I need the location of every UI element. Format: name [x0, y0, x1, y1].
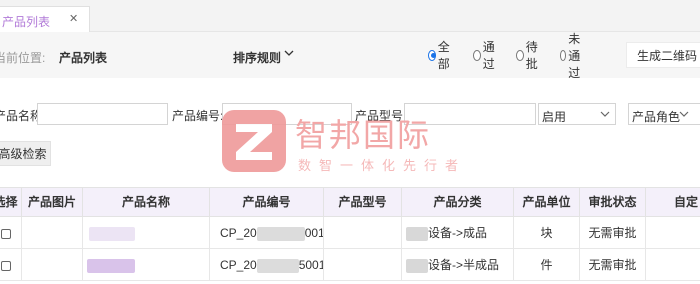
header-custom[interactable]: 自定义	[646, 188, 700, 238]
row-code-cell: CP_20 5001	[210, 249, 324, 281]
code-suffix: 001	[304, 226, 324, 240]
sort-rule-button[interactable]: 排序规则	[233, 49, 281, 66]
header-code[interactable]: 产品编号	[210, 188, 324, 217]
radio-label: 未通过	[568, 31, 581, 80]
breadcrumb-prefix: 当前位置:	[0, 51, 46, 65]
header-select: 选择	[0, 188, 22, 217]
row-custom-cell	[646, 249, 700, 281]
row-model-cell	[324, 249, 402, 281]
table-header: 选择 产品图片 产品名称 产品编号 产品型号 产品分类 产品单位 审批状态 自定…	[0, 188, 700, 238]
redacted-name	[87, 258, 135, 273]
redacted-name	[89, 226, 135, 241]
row-select-cell	[0, 249, 22, 281]
row-model-cell	[324, 217, 402, 249]
status-select[interactable]: 启用	[538, 103, 616, 125]
page-title: 产品列表	[59, 51, 108, 65]
radio-passed[interactable]: 通过	[473, 40, 498, 71]
row-unit-cell: 块	[514, 217, 580, 249]
header-category[interactable]: 产品分类	[402, 188, 514, 217]
model-label: 产品型号:	[355, 109, 407, 123]
code-suffix: 5001	[298, 258, 324, 272]
table-row[interactable]: CP_20 5001 设备->半成品 件 无需审批	[0, 249, 700, 281]
status-select-value: 启用	[542, 110, 567, 124]
tab-label: 产品列表	[2, 15, 51, 29]
row-status-cell: 无需审批	[580, 217, 646, 249]
code-prefix: CP_20	[220, 258, 257, 272]
product-model-input[interactable]	[404, 103, 536, 125]
header-image: 产品图片	[22, 188, 83, 217]
chevron-down-icon	[600, 111, 610, 117]
row-status-cell: 无需审批	[580, 249, 646, 281]
category-text: 设备->成品	[428, 226, 488, 240]
radio-all[interactable]: 全部	[428, 40, 453, 71]
radio-label: 全部	[437, 40, 450, 71]
row-checkbox[interactable]	[0, 260, 11, 271]
code-prefix: CP_20	[220, 226, 257, 240]
code-label: 产品编号:	[172, 109, 224, 123]
filter-panel: 产品名称: 产品编号: 产品型号: 启用 产品角色 高级检索	[0, 78, 700, 188]
table-row[interactable]: CP_20 001 设备->成品 块 无需审批	[0, 217, 700, 249]
redacted-category	[406, 226, 428, 241]
product-code-input[interactable]	[222, 103, 352, 125]
category-text: 设备->半成品	[428, 258, 500, 272]
generate-qr-button[interactable]: 生成二维码	[626, 42, 700, 68]
row-name-cell	[83, 249, 210, 281]
role-select-value: 产品角色	[632, 110, 681, 124]
redacted-code	[256, 258, 299, 273]
row-name-cell	[83, 217, 210, 249]
radio-pending[interactable]: 待批	[516, 40, 541, 71]
chevron-down-icon	[679, 111, 689, 117]
row-code-cell: CP_20 001	[210, 217, 324, 249]
radio-label: 待批	[525, 40, 538, 71]
close-icon[interactable]: ✕	[69, 12, 78, 25]
header-unit[interactable]: 产品单位	[514, 188, 580, 217]
redacted-category	[406, 258, 428, 273]
tab-product-list[interactable]: 产品列表 ✕	[0, 6, 90, 32]
row-category-cell: 设备->成品	[402, 217, 514, 249]
header-status[interactable]: 审批状态	[580, 188, 646, 217]
row-select-cell	[0, 217, 22, 249]
radio-dot[interactable]	[473, 49, 481, 61]
advanced-search-button[interactable]: 高级检索	[0, 141, 51, 166]
row-unit-cell: 件	[514, 249, 580, 281]
header-name[interactable]: 产品名称	[83, 188, 210, 217]
radio-dot[interactable]	[516, 49, 524, 61]
row-category-cell: 设备->半成品	[402, 249, 514, 281]
row-checkbox[interactable]	[0, 228, 11, 239]
row-custom-cell	[646, 217, 700, 249]
radio-dot[interactable]	[560, 49, 567, 61]
radio-rejected[interactable]: 未通过	[560, 32, 585, 80]
header-model[interactable]: 产品型号	[324, 188, 402, 217]
product-name-input[interactable]	[37, 103, 168, 125]
radio-label: 通过	[482, 40, 495, 71]
row-image-cell	[22, 249, 83, 281]
toolbar: 当前位置: 产品列表 排序规则 全部 通过 待批 未通过 生成二维码	[0, 32, 700, 80]
redacted-code	[256, 226, 305, 241]
product-table: 选择 产品图片 产品名称 产品编号 产品型号 产品分类 产品单位 审批状态 自定…	[0, 187, 700, 281]
radio-dot[interactable]	[428, 49, 436, 61]
row-image-cell	[22, 217, 83, 249]
tab-bar: 产品列表 ✕	[0, 0, 700, 32]
role-select[interactable]: 产品角色	[628, 103, 700, 125]
chevron-down-icon[interactable]	[283, 47, 295, 59]
